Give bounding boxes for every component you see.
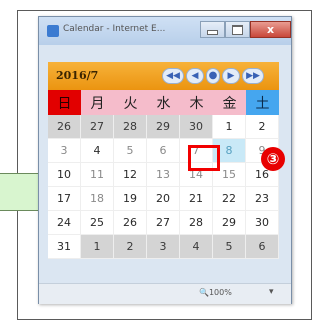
day-cell[interactable]: 11	[81, 163, 114, 187]
window-controls: x	[200, 21, 291, 38]
day-cell[interactable]: 4	[180, 235, 213, 259]
day-cell[interactable]: 2	[246, 115, 279, 139]
calendar-week-row: 17 18 19 20 21 22 23	[48, 187, 279, 211]
calendar-nav: ◀◀ ◀ ● ▶ ▶▶	[162, 68, 264, 84]
day-cell[interactable]: 26	[48, 115, 81, 139]
calendar-header: 2016/7 ◀◀ ◀ ● ▶ ▶▶	[48, 62, 279, 90]
day-cell[interactable]: 19	[114, 187, 147, 211]
day-cell[interactable]: 21	[180, 187, 213, 211]
calendar-week-row: 26 27 28 29 30 1 2	[48, 115, 279, 139]
maximize-icon	[232, 24, 243, 35]
weekday-wednesday: 水	[147, 90, 180, 115]
green-callout-box	[0, 173, 42, 211]
day-cell[interactable]: 30	[180, 115, 213, 139]
next-month-button[interactable]: ▶	[222, 68, 240, 84]
day-cell[interactable]: 13	[147, 163, 180, 187]
title-bar[interactable]: Calendar - Internet E... x	[39, 17, 291, 45]
day-cell[interactable]: 3	[147, 235, 180, 259]
minimize-icon	[207, 30, 218, 35]
day-cell[interactable]: 2	[114, 235, 147, 259]
day-cell[interactable]: 10	[48, 163, 81, 187]
calendar-widget: 2016/7 ◀◀ ◀ ● ▶ ▶▶ 日 月 火 水 木 金 土 26 27 2…	[48, 62, 279, 259]
minimize-button[interactable]	[200, 21, 225, 38]
day-cell[interactable]: 12	[114, 163, 147, 187]
calendar-window: Calendar - Internet E... x 2016/7 ◀◀ ◀ ●…	[38, 16, 292, 304]
day-cell[interactable]: 1	[81, 235, 114, 259]
weekday-tuesday: 火	[114, 90, 147, 115]
day-cell[interactable]: 6	[147, 139, 180, 163]
zoom-icon: 🔍	[199, 288, 209, 297]
day-cell[interactable]: 27	[147, 211, 180, 235]
calendar-week-row: 10 11 12 13 14 15 16	[48, 163, 279, 187]
day-cell[interactable]: 31	[48, 235, 81, 259]
status-bar: 🔍100% ▾	[39, 283, 291, 304]
day-cell[interactable]: 20	[147, 187, 180, 211]
day-cell[interactable]: 29	[147, 115, 180, 139]
day-cell[interactable]: 5	[213, 235, 246, 259]
zoom-level[interactable]: 🔍100%	[199, 288, 232, 297]
weekday-saturday: 土	[246, 90, 279, 115]
day-cell[interactable]: 24	[48, 211, 81, 235]
close-icon: x	[266, 23, 275, 36]
close-button[interactable]: x	[250, 21, 291, 38]
prev-year-button[interactable]: ◀◀	[162, 68, 184, 84]
day-cell[interactable]: 29	[213, 211, 246, 235]
calendar-week-row: 31 1 2 3 4 5 6	[48, 235, 279, 259]
ie-icon	[47, 25, 59, 37]
month-label: 2016/7	[56, 69, 99, 82]
day-cell[interactable]: 18	[81, 187, 114, 211]
day-cell[interactable]: 30	[246, 211, 279, 235]
day-cell[interactable]: 26	[114, 211, 147, 235]
day-cell[interactable]: 27	[81, 115, 114, 139]
next-year-button[interactable]: ▶▶	[242, 68, 264, 84]
maximize-button[interactable]	[225, 21, 250, 38]
step-marker-badge: ③	[261, 147, 285, 171]
prev-month-button[interactable]: ◀	[186, 68, 204, 84]
calendar-week-row: 24 25 26 27 28 29 30	[48, 211, 279, 235]
day-cell[interactable]: 28	[180, 211, 213, 235]
day-cell[interactable]: 22	[213, 187, 246, 211]
day-cell[interactable]: 4	[81, 139, 114, 163]
weekday-thursday: 木	[180, 90, 213, 115]
day-cell[interactable]: 6	[246, 235, 279, 259]
zoom-value: 100%	[208, 288, 232, 297]
day-cell[interactable]: 17	[48, 187, 81, 211]
calendar-week-row: 3 4 5 6 7 8 9	[48, 139, 279, 163]
window-title: Calendar - Internet E...	[63, 24, 166, 34]
weekday-friday: 金	[213, 90, 246, 115]
weekday-monday: 月	[81, 90, 114, 115]
day-cell[interactable]: 25	[81, 211, 114, 235]
day-cell[interactable]: 5	[114, 139, 147, 163]
day-cell[interactable]: 1	[213, 115, 246, 139]
zoom-dropdown-icon[interactable]: ▾	[269, 287, 274, 297]
day-cell[interactable]: 28	[114, 115, 147, 139]
day-cell[interactable]: 3	[48, 139, 81, 163]
today-button[interactable]: ●	[206, 68, 220, 84]
weekday-sunday: 日	[48, 90, 81, 115]
day-cell[interactable]: 23	[246, 187, 279, 211]
selected-date-highlight	[188, 145, 220, 171]
weekday-header-row: 日 月 火 水 木 金 土	[48, 90, 279, 115]
